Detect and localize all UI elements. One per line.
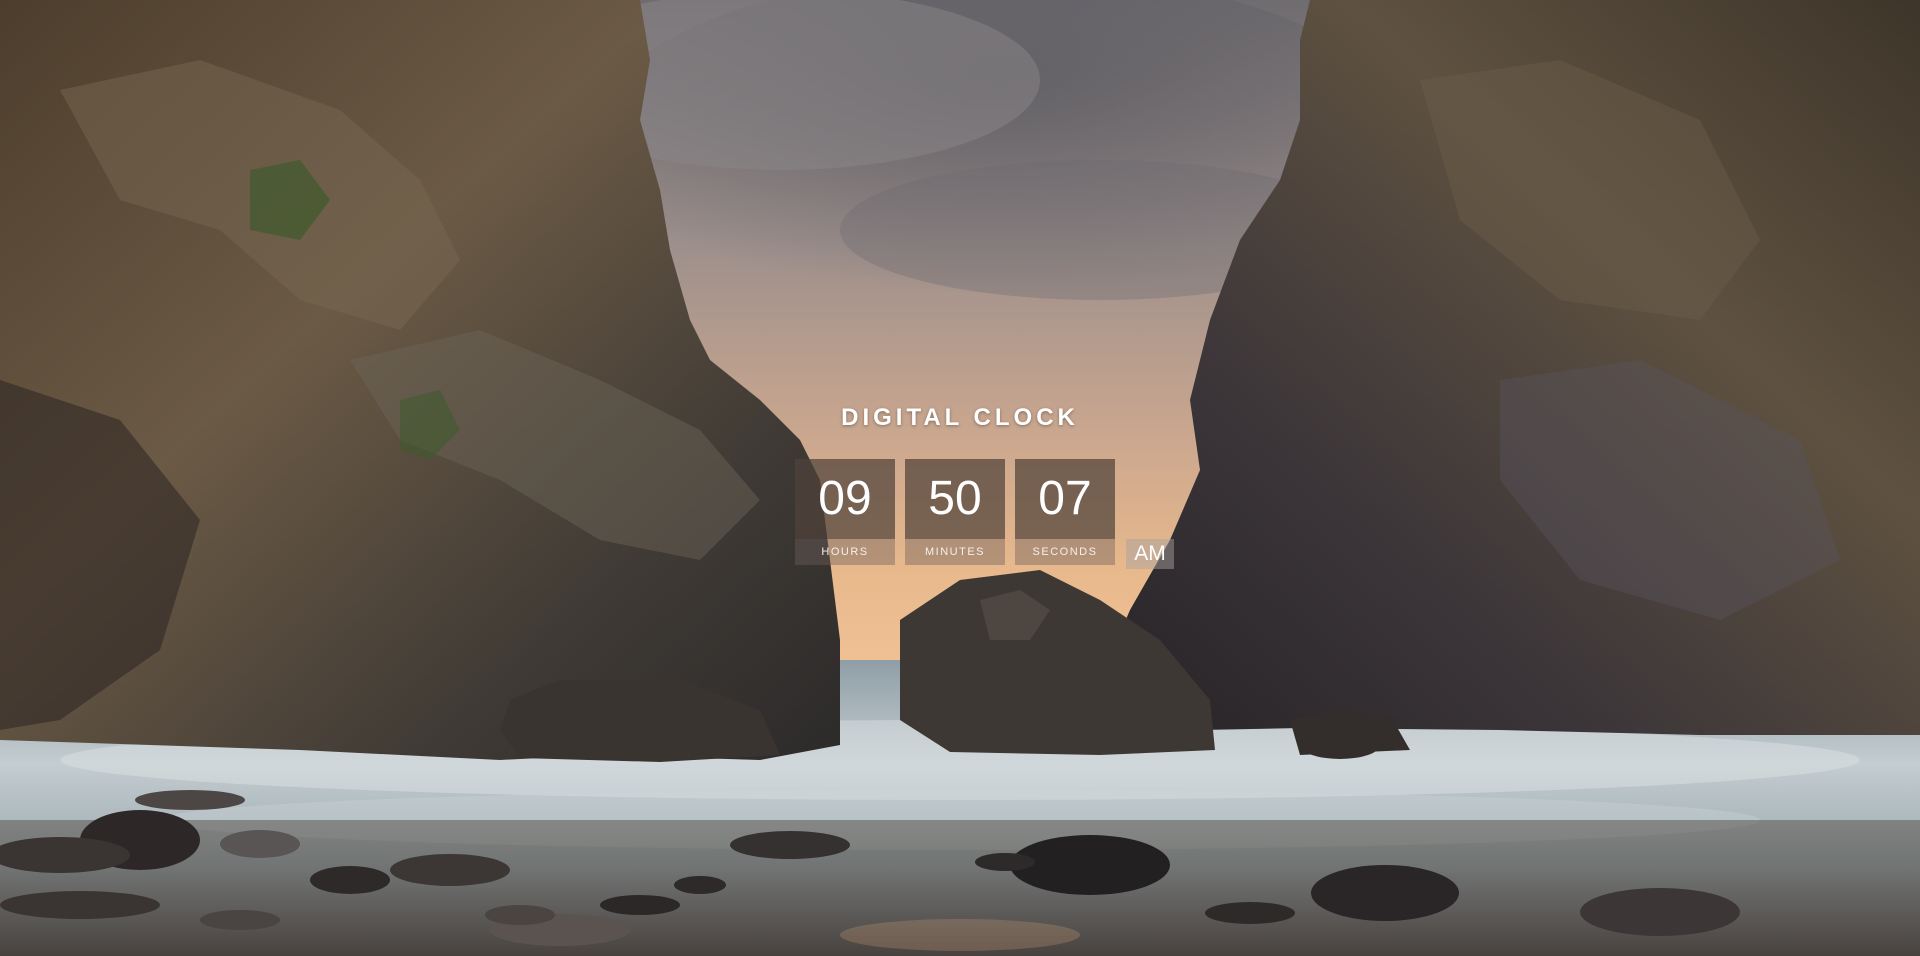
- minutes-value: 50: [905, 459, 1005, 539]
- digital-clock-widget: DIGITAL CLOCK 09 HOURS 50 MINUTES 07 SEC…: [0, 0, 1920, 956]
- hours-label: HOURS: [795, 539, 895, 565]
- am-pm-indicator: AM: [1126, 539, 1174, 569]
- app-root: DIGITAL CLOCK 09 HOURS 50 MINUTES 07 SEC…: [0, 0, 1920, 956]
- hours-value: 09: [795, 459, 895, 539]
- seconds-unit: 07 SECONDS: [1015, 459, 1115, 565]
- hours-unit: 09 HOURS: [795, 459, 895, 565]
- minutes-label: MINUTES: [905, 539, 1005, 565]
- seconds-label: SECONDS: [1015, 539, 1115, 565]
- minutes-unit: 50 MINUTES: [905, 459, 1005, 565]
- seconds-value: 07: [1015, 459, 1115, 539]
- clock-title: DIGITAL CLOCK: [841, 404, 1079, 431]
